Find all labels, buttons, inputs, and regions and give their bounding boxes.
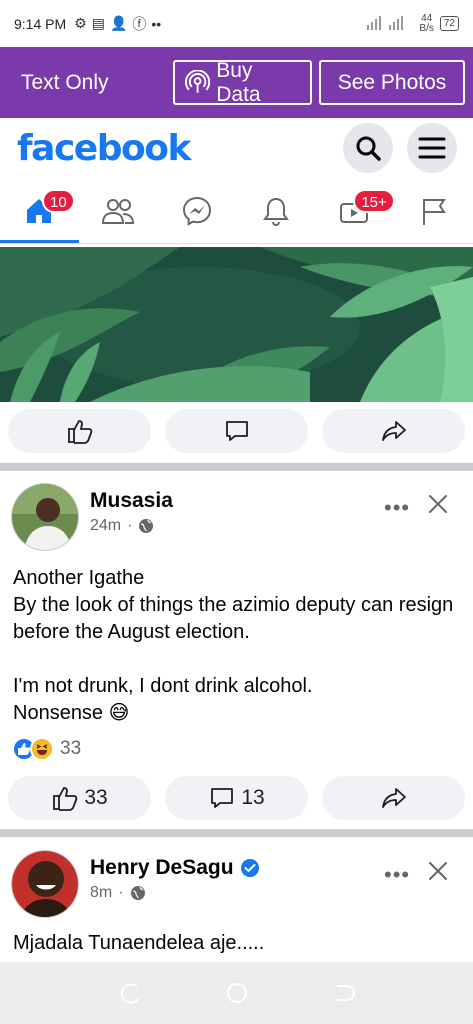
search-icon bbox=[356, 136, 381, 161]
speed-value: 44 bbox=[421, 12, 433, 24]
post-text-line: By the look of things the azimio deputy … bbox=[13, 594, 454, 643]
post-time[interactable]: 24m bbox=[90, 517, 121, 535]
nav-home[interactable]: 10 bbox=[0, 178, 79, 243]
post-text-line: Mjadala Tunaendelea aje..... bbox=[13, 932, 265, 954]
facebook-notification-icon: ⓕ bbox=[132, 15, 147, 32]
separator-dot: · bbox=[127, 517, 133, 534]
text-only-label[interactable]: Text Only bbox=[21, 71, 109, 95]
like-icon bbox=[53, 787, 78, 811]
status-bar: 9:14 PM ⚙ ▤ 👤 ⓕ •• 44 B/s 72 bbox=[0, 0, 473, 47]
post-divider bbox=[0, 829, 473, 837]
share-icon bbox=[381, 421, 406, 441]
comment-icon bbox=[211, 788, 234, 808]
bell-icon bbox=[262, 197, 289, 226]
settings-icon: ⚙ bbox=[74, 15, 87, 31]
system-navigation-bar bbox=[0, 962, 473, 1024]
post-text-last: Nonsense bbox=[13, 702, 104, 724]
post-meta: 8m · bbox=[90, 884, 146, 902]
post-time[interactable]: 8m bbox=[90, 884, 112, 902]
jungle-leaves-image bbox=[0, 247, 473, 402]
back-icon[interactable] bbox=[333, 982, 355, 1004]
post-text-line bbox=[13, 646, 463, 673]
nav-friends[interactable] bbox=[79, 178, 158, 243]
comment-button[interactable] bbox=[165, 409, 308, 453]
post-text-line: I'm not drunk, I dont drink alcohol. bbox=[13, 675, 313, 697]
post-image[interactable] bbox=[0, 247, 473, 402]
like-button[interactable]: 33 bbox=[8, 776, 151, 820]
recent-apps-icon[interactable] bbox=[119, 982, 141, 1004]
main-navigation: 10 15+ bbox=[0, 178, 473, 244]
speed-unit: B/s bbox=[419, 22, 434, 34]
friends-icon bbox=[102, 198, 135, 224]
free-mode-banner: Text Only Buy Data See Photos bbox=[0, 47, 473, 118]
author-name-text: Henry DeSagu bbox=[90, 856, 234, 879]
message-icon: ▤ bbox=[91, 15, 105, 31]
post-divider bbox=[0, 463, 473, 471]
verified-badge-icon bbox=[240, 859, 259, 877]
separator-dot: · bbox=[118, 884, 124, 901]
more-options-icon[interactable]: ••• bbox=[384, 495, 410, 521]
post-text-line: Nonsense 😅 bbox=[13, 700, 463, 727]
share-button[interactable] bbox=[322, 409, 465, 453]
home-notification-badge: 10 bbox=[42, 189, 75, 213]
reaction-summary[interactable]: 33 bbox=[12, 737, 81, 761]
share-icon bbox=[381, 788, 406, 808]
more-options-icon[interactable]: ••• bbox=[384, 862, 410, 888]
network-speed: 44 B/s bbox=[419, 12, 434, 34]
like-icon bbox=[67, 420, 92, 444]
profile-photo bbox=[12, 851, 78, 917]
close-icon[interactable] bbox=[427, 860, 449, 882]
video-notification-badge: 15+ bbox=[353, 189, 395, 213]
comment-icon bbox=[225, 421, 248, 441]
post-header: Musasia 24m · ••• bbox=[0, 483, 473, 553]
home-circle-icon[interactable] bbox=[226, 982, 248, 1004]
like-button[interactable] bbox=[8, 409, 151, 453]
buy-data-label: Buy Data bbox=[216, 58, 261, 106]
hamburger-icon bbox=[418, 137, 446, 159]
facebook-logo: facebook bbox=[17, 127, 191, 169]
comment-count: 13 bbox=[241, 786, 265, 809]
buy-data-button[interactable]: Buy Data bbox=[173, 58, 312, 106]
haha-reaction-icon bbox=[30, 737, 54, 761]
see-photos-button[interactable]: See Photos bbox=[319, 60, 465, 105]
globe-icon bbox=[139, 519, 154, 533]
profile-photo bbox=[12, 484, 78, 550]
nav-messenger[interactable] bbox=[158, 178, 237, 243]
post-actions-row: 33 13 bbox=[0, 770, 473, 826]
app-header: facebook bbox=[0, 118, 473, 178]
like-count: 33 bbox=[84, 786, 108, 809]
nav-watch[interactable]: 15+ bbox=[315, 178, 395, 243]
share-button[interactable] bbox=[322, 776, 465, 820]
close-icon[interactable] bbox=[427, 493, 449, 515]
nav-pages[interactable] bbox=[394, 178, 473, 243]
status-time: 9:14 PM bbox=[14, 15, 67, 32]
post-actions-row bbox=[0, 403, 473, 459]
avatar[interactable] bbox=[11, 850, 79, 918]
avatar[interactable] bbox=[11, 483, 79, 551]
search-button[interactable] bbox=[343, 123, 393, 173]
post-meta: 24m · bbox=[90, 517, 154, 535]
post-body: Another Igathe By the look of things the… bbox=[13, 565, 463, 727]
battery-icon: 72 bbox=[439, 16, 459, 31]
author-name[interactable]: Henry DeSagu bbox=[90, 856, 260, 880]
more-notifications-icon: •• bbox=[151, 15, 162, 32]
menu-button[interactable] bbox=[407, 123, 457, 173]
comment-button[interactable]: 13 bbox=[165, 776, 308, 820]
reaction-count: 33 bbox=[60, 738, 82, 759]
messenger-icon bbox=[183, 196, 212, 226]
author-name[interactable]: Musasia bbox=[90, 489, 173, 513]
post-header: Henry DeSagu 8m · ••• bbox=[0, 850, 473, 920]
add-friend-icon: 👤 bbox=[109, 15, 128, 31]
nav-notifications[interactable] bbox=[236, 178, 315, 243]
post-body: Mjadala Tunaendelea aje..... bbox=[13, 930, 463, 957]
globe-icon bbox=[130, 886, 145, 900]
active-tab-indicator bbox=[0, 240, 79, 243]
broadcast-icon bbox=[185, 69, 211, 93]
signal-icon bbox=[367, 14, 413, 33]
post-text-line: Another Igathe bbox=[13, 567, 145, 589]
laughing-emoji: 😅 bbox=[108, 702, 130, 724]
flag-icon bbox=[422, 198, 446, 225]
see-photos-label: See Photos bbox=[337, 70, 447, 94]
